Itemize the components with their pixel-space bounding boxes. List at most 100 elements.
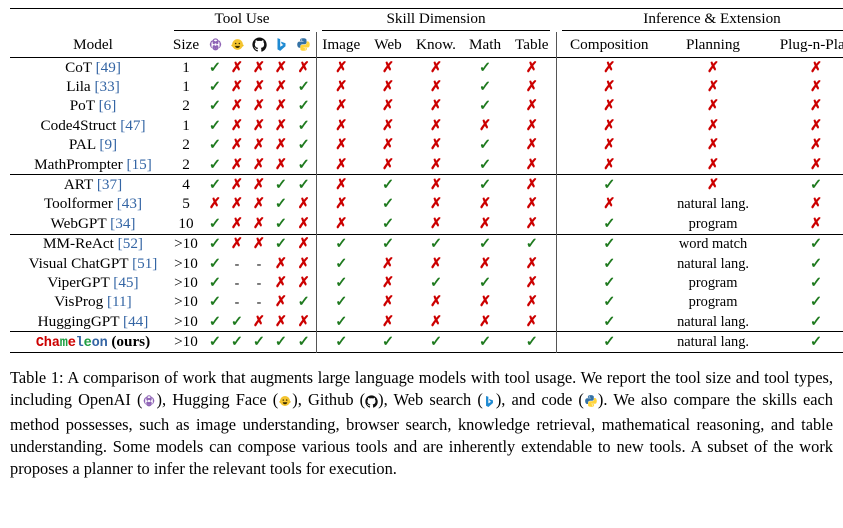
size-cell: 4 [168,174,204,195]
skill-know-cross-icon: ✗ [429,294,443,311]
skill-image-cross-icon: ✗ [335,177,348,194]
size-value: 5 [182,195,190,213]
tool-bing-cell: ✗ [270,273,292,292]
tool-bing-check-icon: ✓ [274,196,288,213]
model-citation[interactable]: [34] [110,215,135,232]
model-citation[interactable]: [33] [94,78,119,95]
skill-know-cell: ✗ [410,293,462,312]
tool-github-cell: ✗ [248,312,270,332]
skill-web-cell: ✗ [366,136,410,155]
skill-web-cell: ✓ [366,174,411,195]
tool-bing-cell: ✗ [270,293,292,312]
skill-image-cell: ✗ [315,194,367,215]
skill-web-cell: ✗ [366,254,410,273]
skill-table-cross-icon: ✗ [525,177,538,194]
column-header-composition: Composition [555,32,663,58]
size-value: >10 [174,235,198,253]
size-value: >10 [174,333,198,351]
model-name: CoT [65,58,92,76]
skill-table-cross-icon: ✗ [525,59,538,76]
table-row: Chameleon (ours) >10 ✓ ✓ ✓ ✓ ✓ ✓ ✓ ✓ ✓ ✓ ✓ natural la… [10,331,843,353]
skill-know-cross-icon: ✗ [429,59,443,76]
group-header-2: Skill Dimension [316,8,557,32]
skill-web-cross-icon: ✗ [381,274,395,291]
model-citation[interactable]: [44] [123,313,148,330]
model-citation[interactable]: [52] [118,235,143,252]
size-cell: >10 [168,254,204,273]
group-header-spacer [10,8,168,32]
skill-math-cell: ✓ [462,77,508,96]
tool-github-cell: ✗ [248,136,270,155]
size-cell: >10 [168,312,204,332]
model-name: MM-ReAct [43,235,114,253]
planning-text: program [688,215,738,232]
size-value: 2 [182,136,190,154]
tool-bing-cross-icon: ✗ [274,274,288,291]
table-row: MathPrompter [15] 2 ✓ ✗ ✗ ✗ ✓ ✗ ✗ ✗ ✓ ✗ ✗ ✗ ✗ [10,154,843,175]
tool-huggingface-cell: ✗ [226,155,248,175]
tool-huggingface-cell: ✗ [226,136,248,155]
skill-math-check-icon: ✓ [478,137,492,154]
tool-github-cell: ✗ [248,97,270,116]
skill-math-check-icon: ✓ [478,79,492,96]
tool-bing-cross-icon: ✗ [274,117,288,134]
column-header-label-math: Math [468,35,502,53]
tool-openai-cell: ✓ [204,97,226,116]
composition-check-icon: ✓ [603,177,616,194]
caption-part-2: ), Hugging Face ( [156,389,279,409]
model-citation[interactable]: [37] [97,176,122,193]
plugnplay-check-icon: ✓ [809,255,823,272]
model-citation[interactable]: [45] [113,274,138,291]
skill-table-cell: ✗ [508,312,556,332]
skill-web-cross-icon: ✗ [381,117,395,134]
tool-python-cell: ✓ [292,136,316,155]
skill-math-cell: ✗ [462,195,508,214]
model-cell: MM-ReAct [52] [10,233,168,254]
model-citation[interactable]: [6] [99,97,117,114]
skill-web-cell: ✓ [366,233,411,254]
plugnplay-cell: ✗ [764,136,843,155]
model-cell: CoT [49] [10,57,168,78]
model-citation[interactable]: [11] [107,293,132,310]
skill-know-check-icon: ✓ [429,274,443,291]
tool-github-cell: - [248,254,270,273]
model-name: ART [63,176,94,194]
size-value: 1 [182,58,190,76]
model-citation[interactable]: [15] [127,156,152,173]
tool-github-cross-icon: ✗ [252,59,266,76]
model-citation[interactable]: [49] [96,59,121,76]
openai-icon [142,392,156,414]
size-cell: 1 [168,57,204,78]
model-citation[interactable]: [47] [120,117,145,134]
plugnplay-cell: ✗ [764,57,843,78]
model-citation[interactable]: [43] [117,195,142,212]
skill-math-cell: ✓ [462,97,508,116]
skill-math-check-icon: ✓ [478,156,492,173]
column-header-image: Image [315,32,367,58]
composition-cell: ✓ [555,312,663,332]
tool-bing-check-icon: ✓ [274,215,288,232]
model-citation[interactable]: [9] [99,136,117,153]
tool-python-cross-icon: ✗ [297,255,310,272]
model-citation[interactable]: [51] [132,255,157,272]
plugnplay-cell: ✗ [764,155,843,175]
column-header-math: Math [462,32,508,58]
skill-image-cell: ✓ [315,292,367,313]
plugnplay-cell: ✓ [764,331,843,353]
tool-github-cross-icon: ✗ [252,313,266,330]
tool-github-cross-icon: ✗ [252,79,266,96]
tool-openai-cell: ✓ [204,136,226,155]
model-name: ViperGPT [47,273,110,291]
skill-web-check-icon: ✓ [381,215,395,232]
model-name: HuggingGPT [37,312,120,330]
model-name: VisProg [54,293,104,311]
size-value: >10 [174,254,198,272]
tool-huggingface-cell: - [226,293,248,312]
planning-cell: natural lang. [662,331,765,353]
planning-cross-icon: ✗ [706,117,720,134]
tool-python-cell: ✓ [292,331,317,353]
skill-image-cell: ✗ [315,77,367,97]
tool-openai-check-icon: ✓ [208,79,222,96]
composition-cell: ✓ [555,331,663,353]
table-row: PAL [9] 2 ✓ ✗ ✗ ✗ ✓ ✗ ✗ ✗ ✓ ✗ ✗ ✗ ✗ [10,135,843,155]
